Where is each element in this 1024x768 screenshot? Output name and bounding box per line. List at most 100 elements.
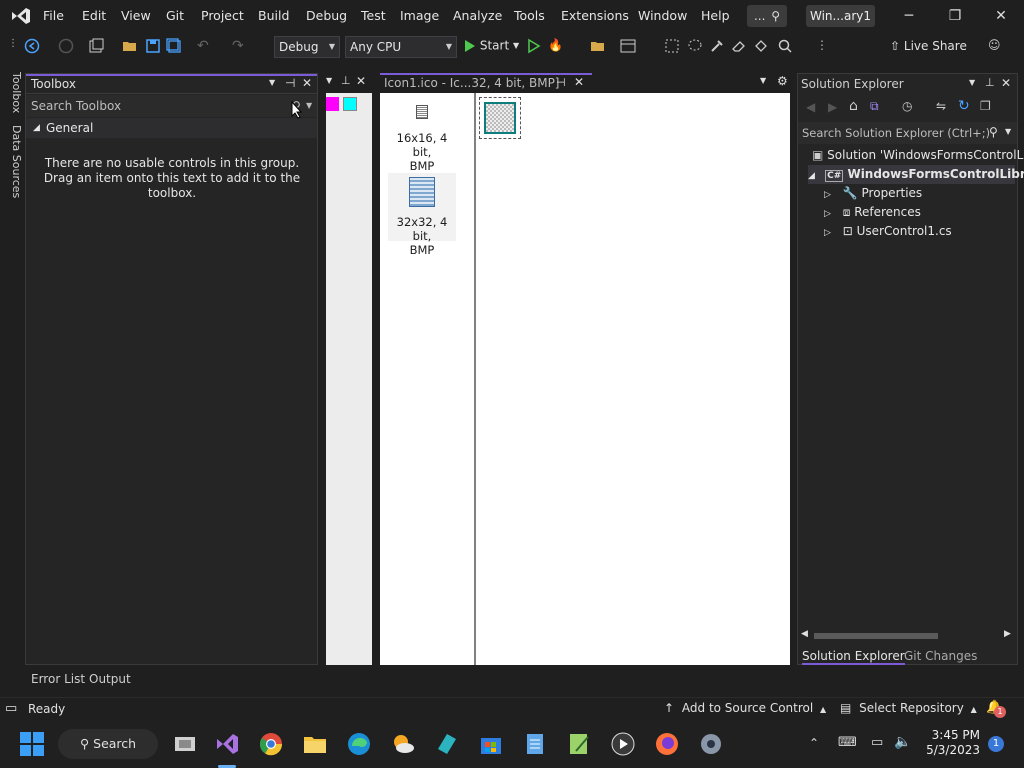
chrome-icon[interactable] [258,731,284,757]
data-sources-side-tab[interactable]: Data Sources [10,125,23,198]
image-type-32x32[interactable]: 32x32, 4 bit, BMP [388,173,456,257]
menu-analyze[interactable]: Analyze [453,8,502,23]
start-without-debugging-icon[interactable] [526,38,542,54]
microsoft-store-icon[interactable] [478,731,504,757]
file-explorer-icon[interactable] [302,731,328,757]
chevron-up-icon[interactable]: ⌃ [809,736,819,750]
home-icon[interactable]: ⌂ [849,98,858,114]
solution-name-badge[interactable]: Win...ary1 [806,5,875,27]
toolbar-overflow-icon[interactable]: ⋮ [816,38,832,54]
fill-icon[interactable] [753,38,769,54]
scroll-left-icon[interactable]: ◀ [801,629,808,639]
media-player-icon[interactable] [610,731,636,757]
visual-studio-taskbar-icon[interactable] [214,731,240,757]
solution-config-dropdown[interactable]: Debug ▼ [274,36,340,58]
close-icon[interactable]: ✕ [1001,76,1011,90]
taskbar-clock[interactable]: 3:45 PM 5/3/2023 [922,728,980,758]
image-canvas[interactable] [479,97,521,139]
task-view-icon[interactable] [172,731,198,757]
edge-icon[interactable] [346,731,372,757]
image-type-16x16[interactable]: 16x16, 4 bit, BMP [388,105,456,173]
menu-file[interactable]: File [43,8,64,23]
switch-views-icon[interactable]: ⧉ [870,99,879,114]
save-all-icon[interactable] [166,38,182,54]
menu-debug[interactable]: Debug [306,8,347,23]
volume-icon[interactable]: 🔈 [894,734,911,750]
chevron-down-icon[interactable]: ▼ [969,78,975,87]
editor-tab[interactable]: Icon1.ico - Ic...32, 4 bit, BMP] ⊣ ✕ [380,73,592,93]
app-icon-teal[interactable] [434,731,460,757]
navigate-back-icon[interactable] [24,38,40,54]
scroll-right-icon[interactable]: ▶ [1004,629,1011,639]
new-project-icon[interactable] [88,38,104,54]
close-icon[interactable]: ✕ [574,75,584,89]
keyboard-icon[interactable]: ⌨ [838,735,857,750]
undo-icon[interactable]: ↶ [197,38,213,54]
notepad-plus-icon[interactable] [566,731,592,757]
taskbar-search-box[interactable]: ⚲ Search [58,729,158,759]
close-icon[interactable]: ✕ [356,74,366,88]
notepad-icon[interactable] [522,731,548,757]
expand-triangle-icon[interactable]: ◢ [808,171,815,181]
image-editor[interactable]: 16x16, 4 bit, BMP 32x32, 4 bit, BMP [380,93,790,665]
notifications-button[interactable]: 🔔 1 [986,700,1006,718]
chevron-down-icon[interactable]: ▼ [1005,127,1011,136]
tree-item-references[interactable]: ▷ ⧈ References [824,203,921,222]
windows-start-icon[interactable] [19,731,45,757]
tree-project-node[interactable]: ◢ C# WindowsFormsControlLibrary1 [808,165,1024,184]
menu-window[interactable]: Window [638,8,687,23]
close-icon[interactable]: ✕ [978,0,1024,32]
settings-gear-icon[interactable] [698,731,724,757]
minimize-icon[interactable]: ─ [886,0,932,32]
add-to-source-control-button[interactable]: ↑ Add to Source Control ▲ [664,701,826,715]
pin-icon[interactable]: ⊣ [556,76,566,89]
start-button[interactable]: Start ▼ [464,38,519,53]
close-icon[interactable]: ✕ [302,76,312,90]
chevron-down-icon[interactable]: ▼ [760,76,766,85]
forward-icon[interactable]: ▶ [828,100,837,114]
chevron-down-icon[interactable]: ▼ [306,95,312,117]
horizontal-scrollbar[interactable]: ◀ ▶ [798,629,1017,643]
layout-icon[interactable] [620,38,636,54]
tree-solution-node[interactable]: ▣ Solution 'WindowsFormsControlLib [812,146,1024,165]
color-swatch-magenta[interactable] [326,97,339,111]
lasso-select-icon[interactable] [687,38,703,54]
eraser-icon[interactable] [731,38,747,54]
menu-view[interactable]: View [121,8,151,23]
feature-search-button[interactable]: ... ⚲ [747,5,787,27]
pin-icon[interactable]: ⊣ [285,76,295,90]
pending-changes-icon[interactable]: ◷ [902,99,912,113]
sync-icon[interactable]: ⇋ [936,99,946,113]
menu-git[interactable]: Git [166,8,184,23]
feedback-icon[interactable]: ☺ [988,38,1004,54]
refresh-icon[interactable]: ↻ [958,98,970,114]
redo-icon[interactable]: ↷ [232,38,248,54]
toolbox-side-tab[interactable]: Toolbox [10,72,23,113]
chevron-right-icon[interactable]: ▷ [824,190,831,200]
restore-icon[interactable]: ❐ [932,0,978,32]
solution-platform-dropdown[interactable]: Any CPU ▼ [345,36,457,58]
tree-item-usercontrol[interactable]: ▷ ⊡ UserControl1.cs [824,222,952,241]
menu-image[interactable]: Image [400,8,439,23]
color-picker-icon[interactable] [709,38,725,54]
weather-icon[interactable] [390,731,416,757]
live-share-button[interactable]: ⇧ Live Share [890,39,967,53]
tree-item-properties[interactable]: ▷ 🔧 Properties [824,184,922,203]
menu-edit[interactable]: Edit [82,8,106,23]
visual-studio-logo-icon[interactable] [10,7,32,25]
open-file-icon[interactable] [122,38,138,54]
hot-reload-icon[interactable]: 🔥 [548,38,564,54]
solution-explorer-search-input[interactable]: Search Solution Explorer (Ctrl+;) ⚲ ▼ [798,122,1017,144]
gear-icon[interactable]: ⚙ [777,74,788,88]
menu-test[interactable]: Test [361,8,386,23]
zoom-icon[interactable] [777,38,793,54]
collapse-all-icon[interactable]: ❐ [980,99,991,113]
tab-solution-explorer[interactable]: Solution Explorer [802,649,905,665]
pin-icon[interactable]: ⊥ [985,76,995,89]
network-icon[interactable]: ▭ [871,735,883,750]
rectangle-select-icon[interactable] [664,38,680,54]
tab-error-list[interactable]: Error List [31,672,85,686]
firefox-icon[interactable] [654,731,680,757]
chevron-right-icon[interactable]: ▷ [824,209,831,219]
navigate-forward-icon[interactable] [58,38,74,54]
